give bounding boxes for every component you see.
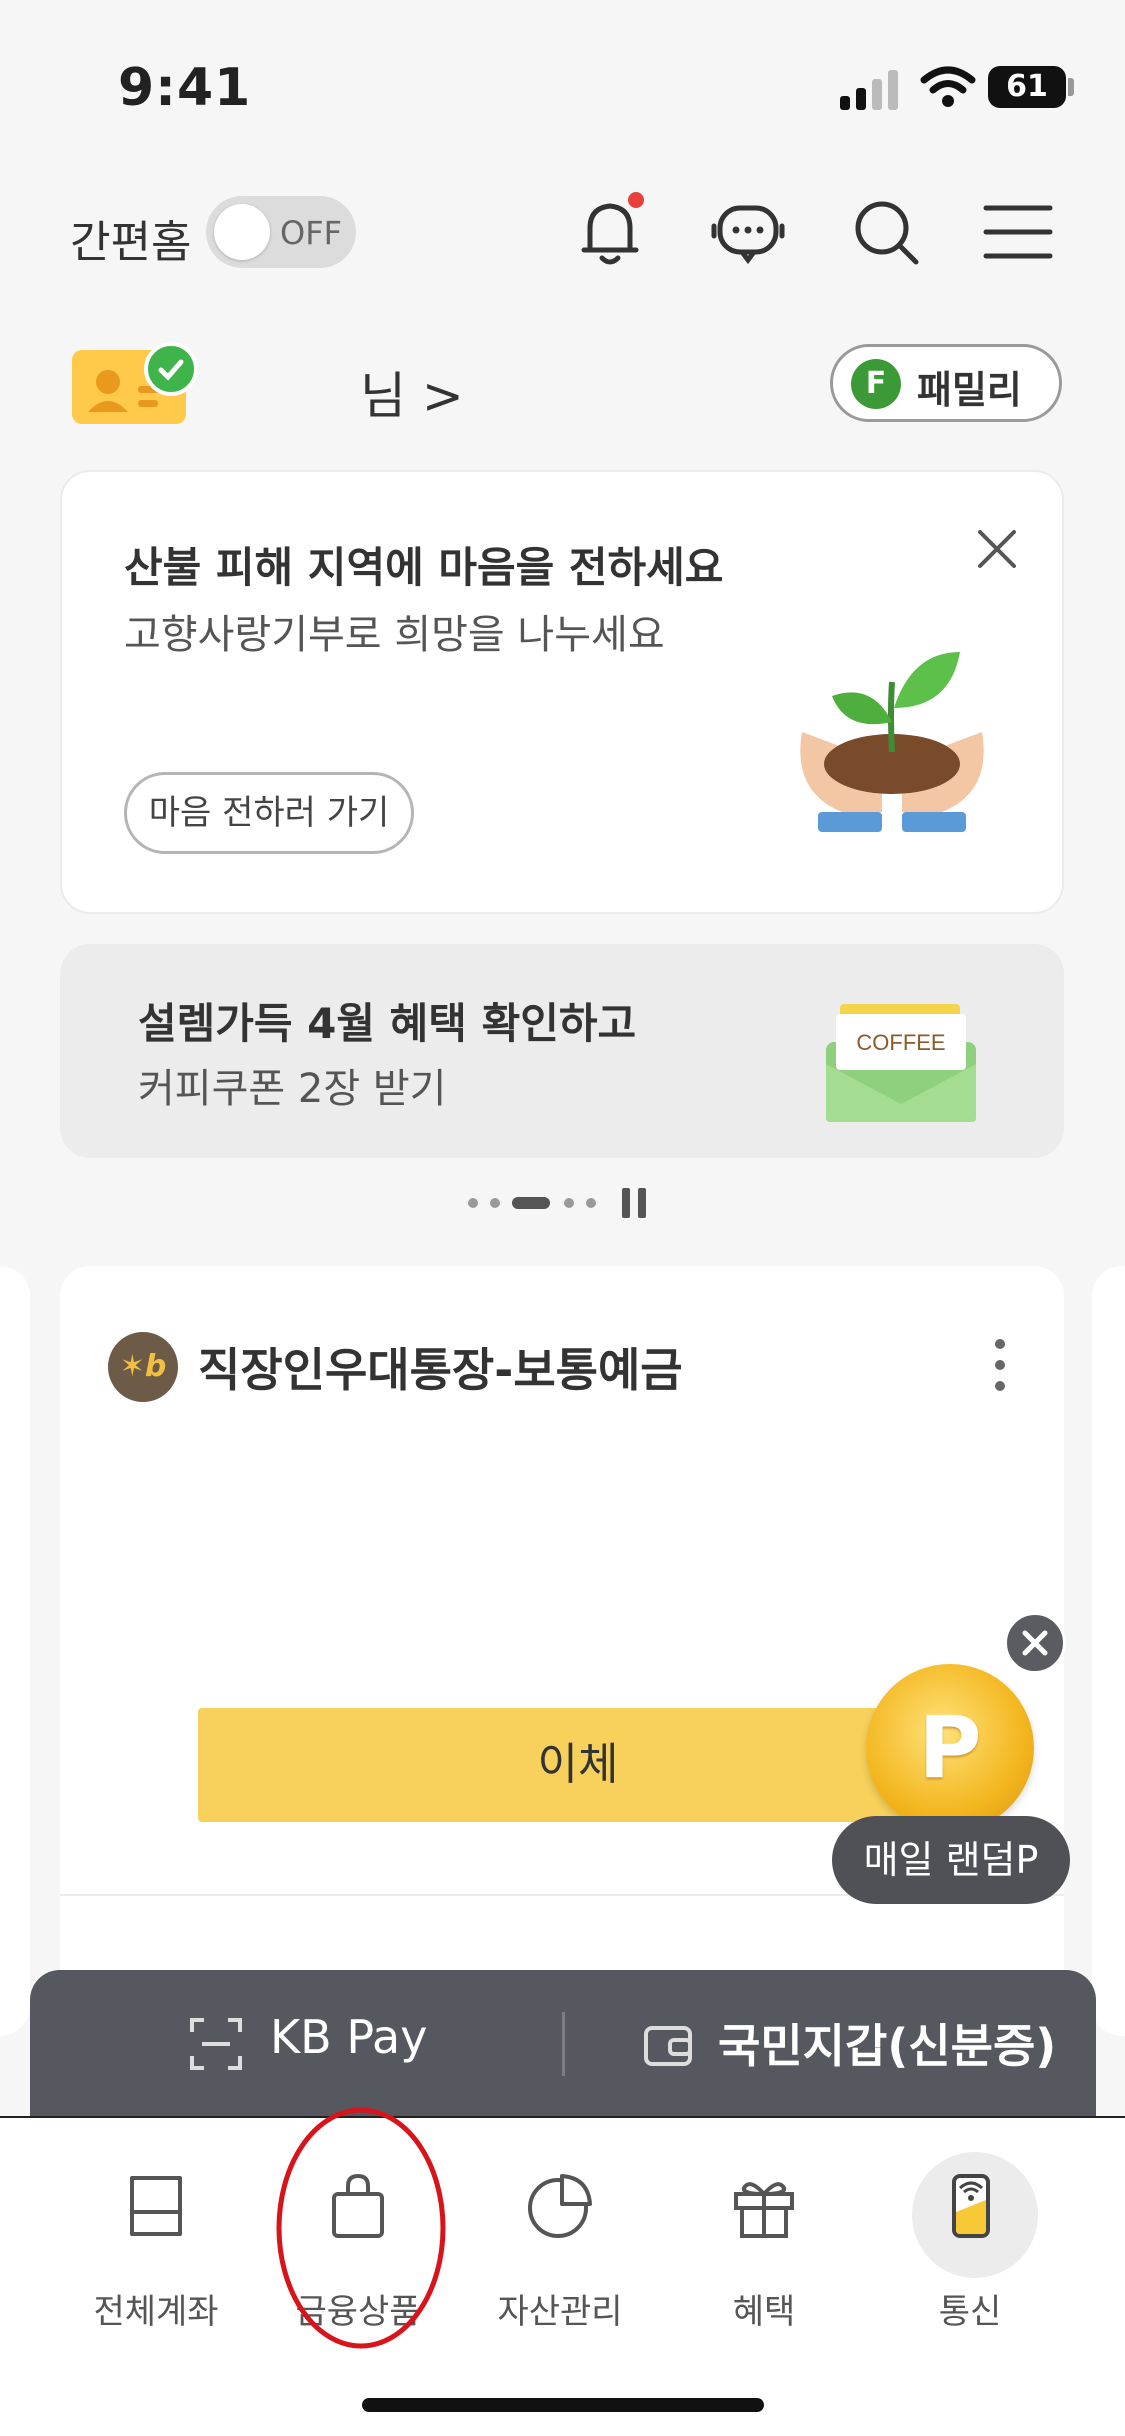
nav-label: 전체계좌: [93, 2292, 219, 2332]
divider: [562, 2012, 565, 2076]
annotation-circle: [276, 2107, 446, 2349]
hands-sprout-icon: [800, 652, 984, 832]
chatbot-icon[interactable]: [706, 190, 790, 274]
cellular-signal-icon: [840, 70, 898, 110]
nav-label: 통신: [938, 2292, 1002, 2332]
nav-benefits[interactable]: 혜택: [664, 2118, 864, 2332]
national-wallet-button[interactable]: 국민지갑(신분증): [718, 2010, 1056, 2076]
simple-home-label: 간편홈: [70, 217, 192, 268]
pager-dot-active: [512, 1197, 550, 1209]
pay-bar: KB Pay 국민지갑(신분증): [30, 1970, 1096, 2120]
nav-asset-management[interactable]: 자산관리: [460, 2118, 660, 2332]
more-vertical-icon[interactable]: [990, 1330, 1010, 1400]
battery-level: 61: [988, 66, 1066, 108]
home-indicator[interactable]: [362, 2398, 764, 2412]
banner-title: 산불 피해 지역에 마음을 전하세요: [124, 543, 724, 592]
previous-card-peek[interactable]: [0, 1266, 30, 2036]
notification-dot: [628, 192, 644, 208]
toggle-knob: [214, 204, 270, 260]
account-book-icon: [130, 2176, 182, 2236]
donation-banner[interactable]: 산불 피해 지역에 마음을 전하세요 고향사랑기부로 희망을 나누세요 마음 전…: [60, 470, 1064, 914]
pager-dot: [564, 1198, 574, 1208]
account-card[interactable]: ✶b 직장인우대통장-보통예금 이체: [60, 1266, 1064, 2036]
close-icon[interactable]: [972, 524, 1022, 574]
pause-icon-bar: [638, 1188, 646, 1218]
donate-button[interactable]: 마음 전하러 가기: [124, 772, 414, 854]
simple-home-toggle[interactable]: OFF: [206, 196, 356, 268]
account-name: 직장인우대통장-보통예금: [198, 1343, 683, 1397]
pause-icon[interactable]: [622, 1188, 630, 1218]
nav-all-accounts[interactable]: 전체계좌: [56, 2118, 256, 2332]
kb-logo-icon: ✶b: [108, 1332, 178, 1402]
family-button[interactable]: F 패밀리: [830, 344, 1062, 422]
coin-letter: P: [918, 1698, 982, 1798]
coffee-envelope-icon: COFFEE: [826, 1004, 976, 1122]
envelope-text: COFFEE: [856, 1030, 945, 1055]
family-label: 패밀리: [917, 368, 1022, 412]
nav-label: 자산관리: [497, 2292, 623, 2332]
scan-icon: [190, 2018, 242, 2070]
search-icon[interactable]: [844, 190, 928, 274]
status-time: 9:41: [118, 58, 252, 118]
battery-icon: [1068, 78, 1074, 96]
point-coin-icon[interactable]: P: [866, 1664, 1034, 1832]
toggle-state: OFF: [280, 214, 342, 252]
phone-signal-icon: [952, 2174, 990, 2238]
transfer-button[interactable]: 이체: [198, 1708, 958, 1822]
promo-subtitle: 커피쿠폰 2장 받기: [138, 1066, 447, 1112]
family-badge-icon: F: [851, 359, 901, 409]
pager-dot: [468, 1198, 478, 1208]
banner-subtitle: 고향사랑기부로 희망을 나누세요: [124, 612, 665, 658]
nav-label: 혜택: [732, 2292, 796, 2332]
nav-telecom[interactable]: 통신: [870, 2118, 1070, 2332]
menu-icon[interactable]: [976, 190, 1060, 274]
promo-title: 설렘가득 4월 혜택 확인하고: [138, 999, 637, 1048]
user-name-link[interactable]: 님 >: [360, 356, 464, 428]
pager-dot: [586, 1198, 596, 1208]
wallet-icon: [644, 2026, 692, 2066]
pager-dot: [490, 1198, 500, 1208]
coffee-promo-banner[interactable]: 설렘가득 4월 혜택 확인하고 커피쿠폰 2장 받기 COFFEE: [60, 944, 1064, 1158]
pie-chart-icon: [528, 2174, 592, 2238]
wifi-icon: [920, 66, 976, 107]
random-point-button[interactable]: 매일 랜덤P: [832, 1816, 1070, 1904]
next-card-peek[interactable]: [1092, 1266, 1125, 2036]
kb-pay-button[interactable]: KB Pay: [270, 2010, 427, 2064]
gift-icon: [734, 2182, 794, 2238]
verified-check-icon: [144, 342, 198, 396]
bottom-nav: 전체계좌 금융상품 자산관리 혜택 통신: [0, 2116, 1125, 2436]
